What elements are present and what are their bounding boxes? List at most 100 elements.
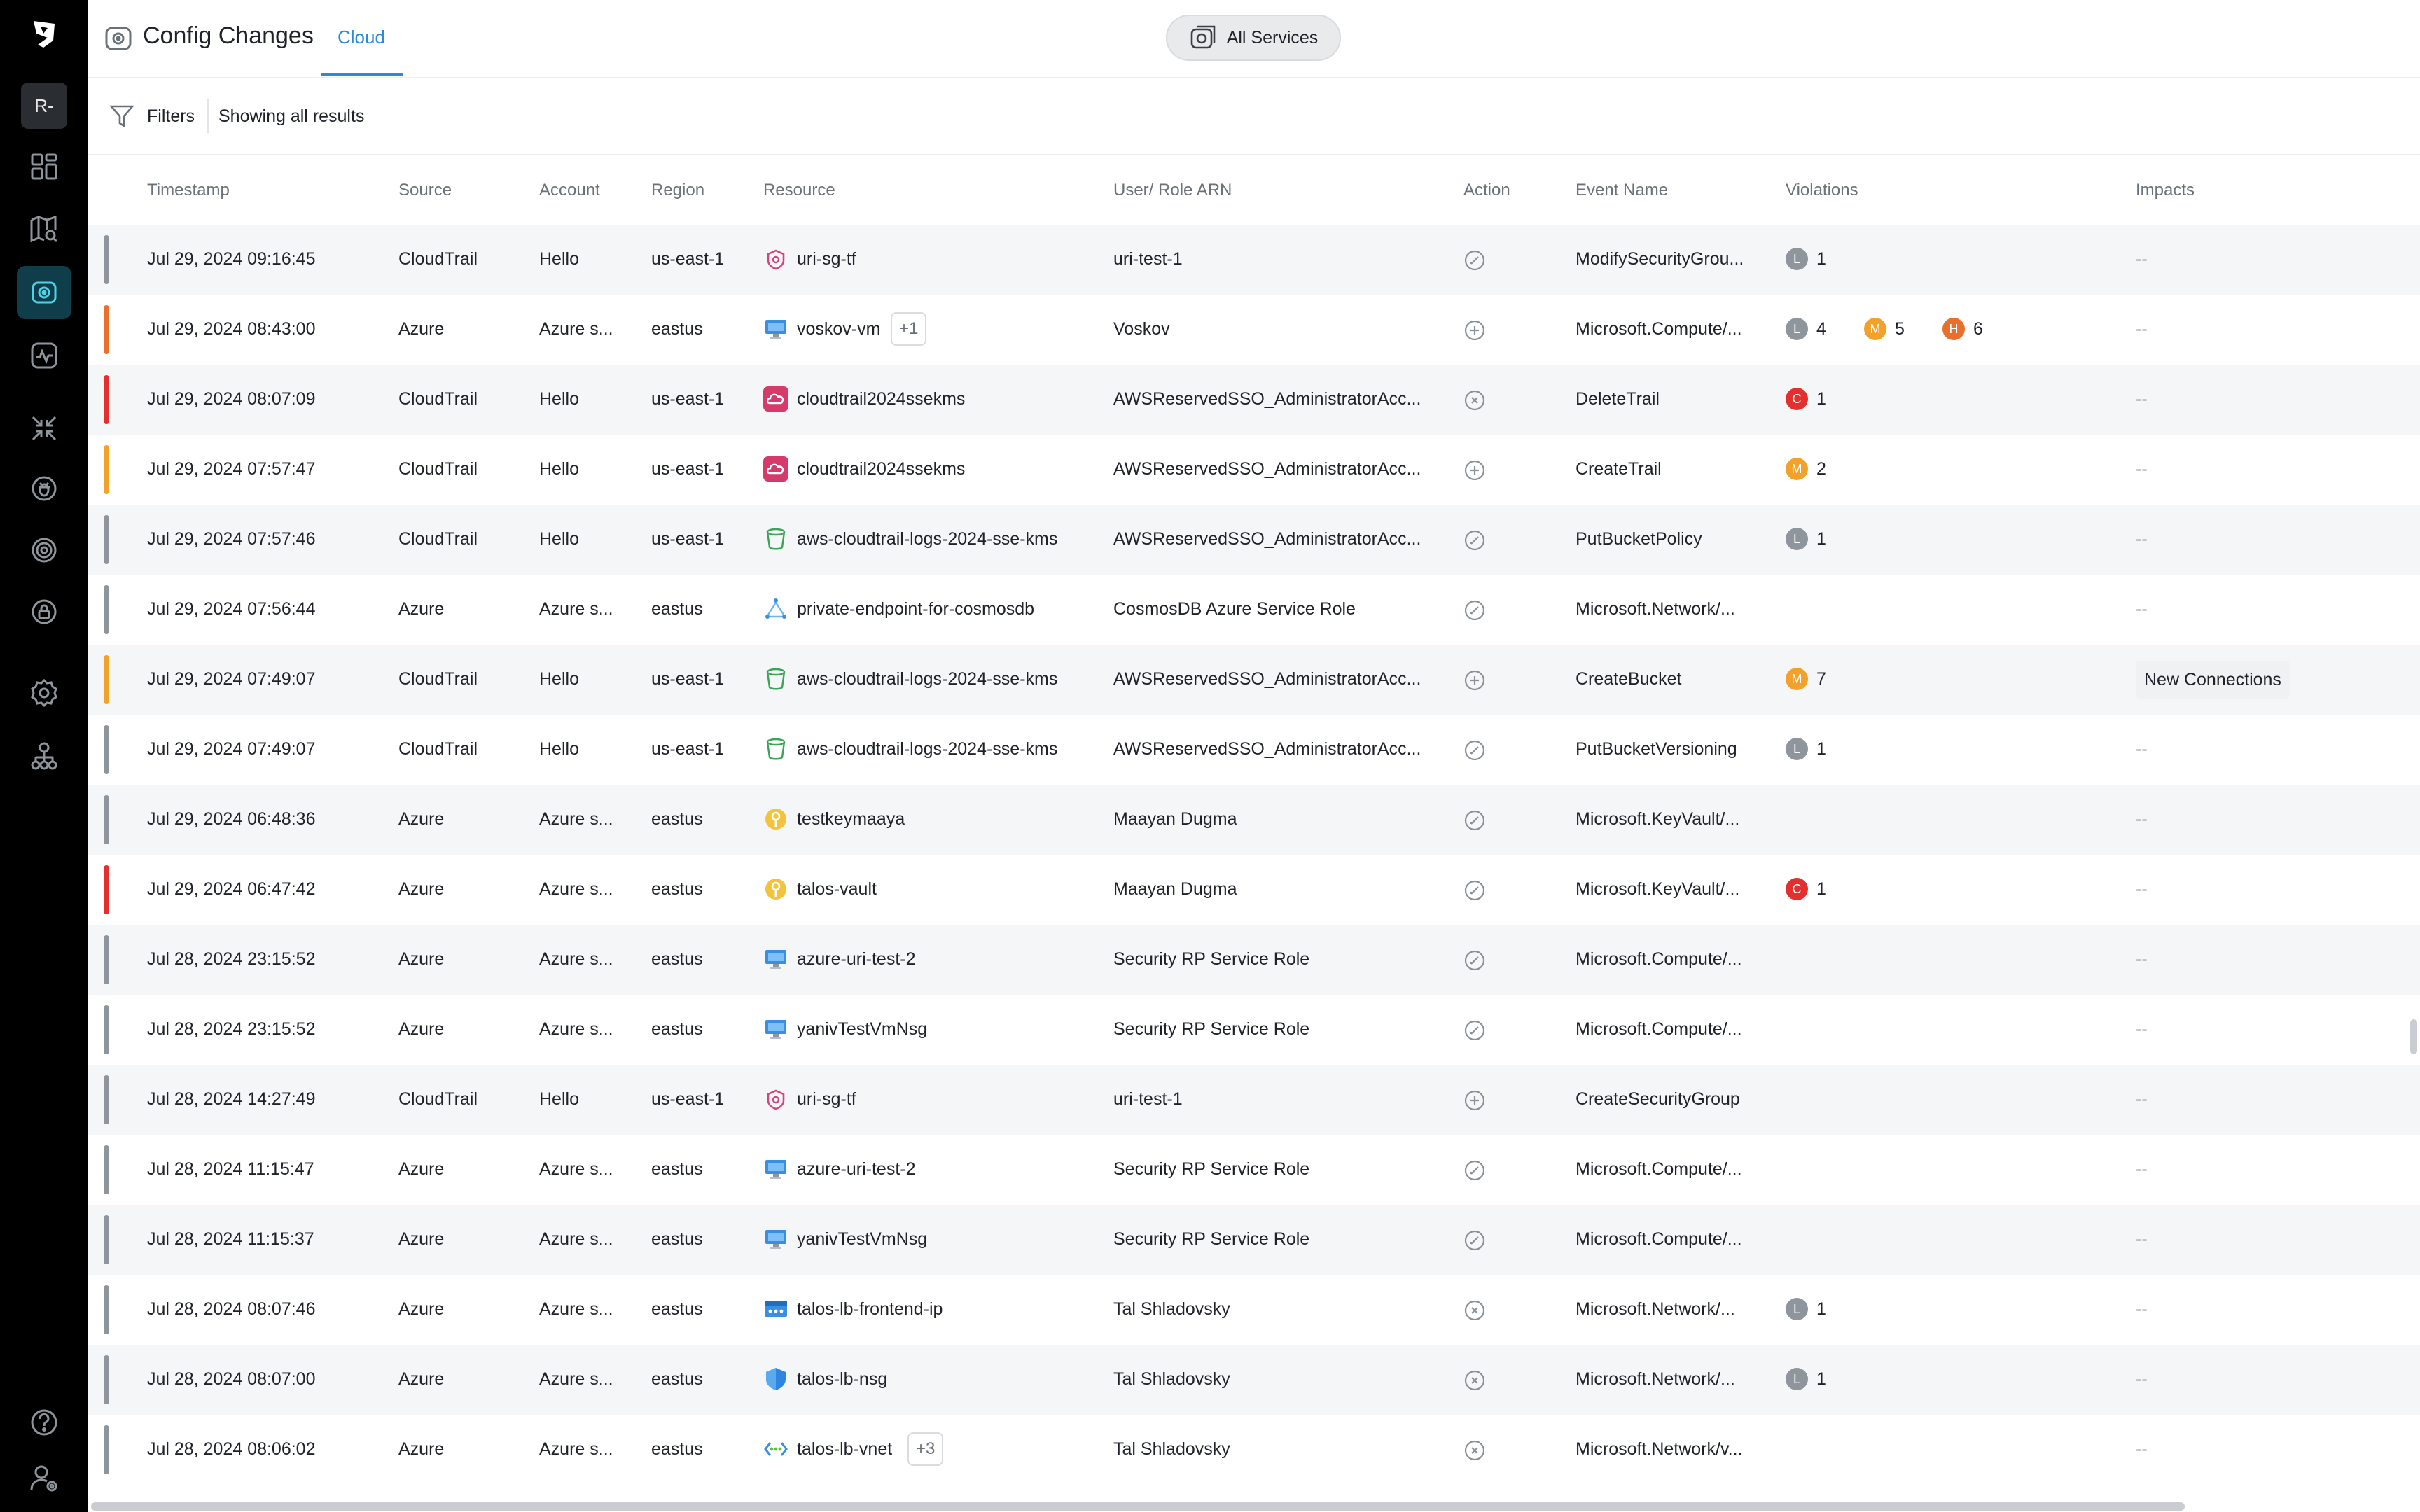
column-header-resource[interactable]: Resource — [763, 181, 835, 200]
cell-resource-link[interactable]: aws-cloudtrail-logs-2024-sse-kms — [797, 739, 1057, 760]
violation-badge-low[interactable]: L1 — [1786, 528, 1826, 550]
column-header-source[interactable]: Source — [398, 181, 452, 200]
violation-badge-medium[interactable]: M7 — [1786, 668, 1826, 690]
column-header-impacts[interactable]: Impacts — [2136, 181, 2195, 200]
cell-account: Azure s... — [539, 1299, 613, 1319]
table-row[interactable]: Jul 28, 2024 14:27:49 CloudTrail Hello us-e… — [88, 1065, 2420, 1135]
cell-resource-link[interactable]: yanivTestVmNsg — [797, 1229, 927, 1250]
column-header-action[interactable]: Action — [1463, 181, 1510, 200]
cell-resource-link[interactable]: talos-lb-frontend-ip — [797, 1299, 943, 1320]
action-create-icon — [1463, 459, 1486, 482]
violation-badge-low[interactable]: L1 — [1786, 738, 1826, 760]
column-header-region[interactable]: Region — [651, 181, 704, 200]
column-header-account[interactable]: Account — [539, 181, 600, 200]
page-header: Config Changes Cloud All Services — [88, 0, 2420, 78]
nav-help[interactable] — [0, 1394, 88, 1450]
table-row[interactable]: Jul 29, 2024 07:56:44 Azure Azure s... east… — [88, 575, 2420, 645]
table-row[interactable]: Jul 28, 2024 23:15:52 Azure Azure s... east… — [88, 925, 2420, 995]
table-row[interactable]: Jul 29, 2024 07:57:47 CloudTrail Hello us-e… — [88, 435, 2420, 505]
table-row[interactable]: Jul 28, 2024 11:15:37 Azure Azure s... east… — [88, 1205, 2420, 1275]
nav-map-search[interactable] — [0, 202, 88, 258]
nav-security[interactable] — [0, 584, 88, 640]
nav-organization[interactable] — [0, 728, 88, 784]
cell-resource-link[interactable]: cloudtrail2024ssekms — [797, 389, 965, 410]
table-row[interactable]: Jul 28, 2024 08:07:00 Azure Azure s... east… — [88, 1345, 2420, 1415]
nav-vulnerabilities[interactable] — [0, 461, 88, 517]
violation-badge-critical[interactable]: C1 — [1786, 388, 1826, 410]
cell-account: Hello — [539, 739, 579, 759]
cloudtrail-icon — [763, 386, 788, 412]
cell-resource-link[interactable]: talos-lb-vnet — [797, 1439, 892, 1460]
column-header-user-role-arn[interactable]: User/ Role ARN — [1113, 181, 1232, 200]
nav-dashboard[interactable] — [0, 139, 88, 195]
cell-resource-link[interactable]: talos-lb-nsg — [797, 1369, 887, 1390]
nav-radar[interactable] — [0, 522, 88, 578]
cell-resource-link[interactable]: azure-uri-test-2 — [797, 1159, 916, 1180]
additional-resources-badge[interactable]: +1 — [891, 312, 927, 346]
column-header-violations[interactable]: Violations — [1786, 181, 1858, 200]
nav-activity[interactable] — [0, 328, 88, 384]
additional-resources-badge[interactable]: +3 — [908, 1432, 944, 1466]
cell-region: us-east-1 — [651, 739, 725, 759]
table-row[interactable]: Jul 29, 2024 07:49:07 CloudTrail Hello us-e… — [88, 715, 2420, 785]
table-row[interactable]: Jul 29, 2024 08:07:09 CloudTrail Hello us-e… — [88, 365, 2420, 435]
table-row[interactable]: Jul 29, 2024 07:49:07 CloudTrail Hello us-e… — [88, 645, 2420, 715]
violation-badge-low[interactable]: L1 — [1786, 248, 1826, 270]
cell-resource-link[interactable]: aws-cloudtrail-logs-2024-sse-kms — [797, 529, 1057, 550]
cell-resource-link[interactable]: uri-sg-tf — [797, 1089, 856, 1110]
violation-badge-medium[interactable]: M5 — [1864, 318, 1905, 340]
column-header-timestamp[interactable]: Timestamp — [147, 181, 230, 200]
cell-timestamp: Jul 28, 2024 14:27:49 — [147, 1089, 316, 1109]
all-services-button[interactable]: All Services — [1166, 15, 1341, 61]
cell-resource-link[interactable]: cloudtrail2024ssekms — [797, 459, 965, 479]
table-row[interactable]: Jul 29, 2024 09:16:45 CloudTrail Hello us-e… — [88, 225, 2420, 295]
cell-timestamp: Jul 29, 2024 07:56:44 — [147, 599, 316, 619]
violation-badge-low[interactable]: L4 — [1786, 318, 1826, 340]
table-row[interactable]: Jul 29, 2024 06:48:36 Azure Azure s... east… — [88, 785, 2420, 855]
violation-badge-low[interactable]: L1 — [1786, 1368, 1826, 1390]
cell-impacts: -- — [2136, 599, 2148, 619]
cell-resource-link[interactable]: uri-sg-tf — [797, 249, 856, 270]
violation-badge-low[interactable]: L1 — [1786, 1298, 1826, 1320]
horizontal-scrollbar[interactable] — [91, 1502, 2185, 1511]
cell-impacts: -- — [2136, 1439, 2148, 1459]
violation-badge-critical[interactable]: C1 — [1786, 878, 1826, 900]
cell-user-role-arn: Security RP Service Role — [1113, 1159, 1310, 1179]
nav-collapse[interactable] — [0, 400, 88, 456]
table-row[interactable]: Jul 28, 2024 11:15:47 Azure Azure s... east… — [88, 1135, 2420, 1205]
vertical-scrollbar[interactable] — [2410, 1019, 2417, 1054]
cell-resource-link[interactable]: talos-vault — [797, 879, 877, 899]
table-row[interactable]: Jul 29, 2024 07:57:46 CloudTrail Hello us-e… — [88, 505, 2420, 575]
violation-badge-high[interactable]: H6 — [1942, 318, 1983, 340]
filter-icon[interactable] — [109, 104, 134, 129]
cell-event-name: DeleteTrail — [1576, 389, 1660, 409]
table-row[interactable]: Jul 29, 2024 06:47:42 Azure Azure s... east… — [88, 855, 2420, 925]
table-row[interactable]: Jul 29, 2024 08:43:00 Azure Azure s... east… — [88, 295, 2420, 365]
column-header-event-name[interactable]: Event Name — [1576, 181, 1668, 200]
violation-count: 1 — [1816, 1368, 1826, 1389]
violation-badge-medium[interactable]: M2 — [1786, 458, 1826, 480]
cell-resource-link[interactable]: voskov-vm — [797, 319, 880, 340]
nav-config-changes[interactable] — [0, 265, 88, 321]
cell-event-name: CreateTrail — [1576, 459, 1662, 479]
table-row[interactable]: Jul 28, 2024 23:15:52 Azure Azure s... east… — [88, 995, 2420, 1065]
frontend-ip-icon — [763, 1296, 788, 1322]
cell-resource-link[interactable]: private-endpoint-for-cosmosdb — [797, 599, 1034, 620]
impact-chip[interactable]: New Connections — [2136, 661, 2290, 699]
nav-user-settings[interactable] — [0, 1450, 88, 1506]
cell-source: Azure — [398, 1369, 445, 1389]
severity-indicator-bar — [104, 1005, 109, 1054]
cell-resource-link[interactable]: yanivTestVmNsg — [797, 1019, 927, 1040]
tenant-switcher[interactable]: R- — [21, 83, 67, 129]
cell-resource-link[interactable]: testkeymaaya — [797, 809, 905, 830]
cell-event-name: Microsoft.Compute/... — [1576, 319, 1742, 339]
violation-count: 4 — [1816, 318, 1826, 339]
cell-resource-link[interactable]: azure-uri-test-2 — [797, 949, 916, 969]
nav-settings[interactable] — [0, 665, 88, 721]
tab-cloud[interactable]: Cloud — [338, 27, 385, 48]
table-row[interactable]: Jul 28, 2024 08:07:46 Azure Azure s... east… — [88, 1275, 2420, 1345]
filters-button[interactable]: Filters — [147, 106, 195, 127]
violation-count: 6 — [1973, 318, 1983, 339]
table-row[interactable]: Jul 28, 2024 08:06:02 Azure Azure s... east… — [88, 1415, 2420, 1485]
cell-resource-link[interactable]: aws-cloudtrail-logs-2024-sse-kms — [797, 669, 1057, 690]
